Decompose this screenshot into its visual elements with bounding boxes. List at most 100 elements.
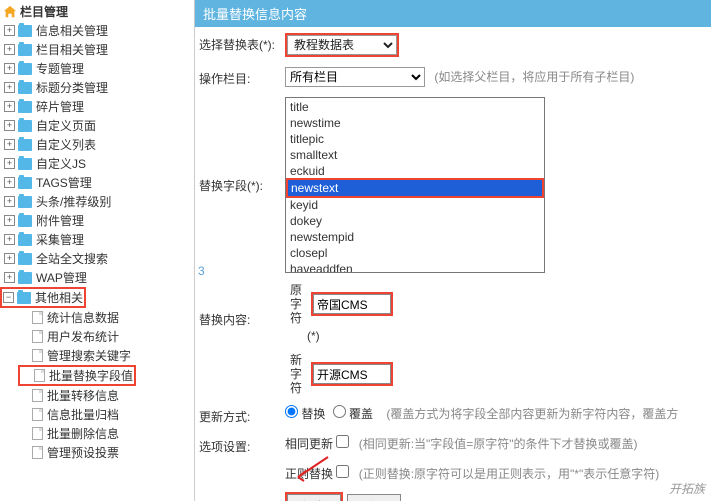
minus-icon[interactable]: −	[3, 292, 14, 303]
sidebar-item[interactable]: − 其他相关	[0, 287, 86, 308]
field-listbox[interactable]: titlenewstimetitlepicsmalltexteckuidnews…	[285, 97, 545, 273]
field-option[interactable]: eckuid	[287, 163, 543, 179]
sidebar-item[interactable]: + 碎片管理	[0, 97, 194, 116]
sidebar-subitem-label: 管理搜索关键字	[47, 347, 131, 364]
field-option[interactable]: closepl	[287, 245, 543, 261]
sidebar-item[interactable]: +自定义JS	[0, 154, 194, 173]
sidebar-subitem[interactable]: 信息批量归档	[18, 405, 194, 424]
sidebar-item[interactable]: + 采集管理	[0, 230, 194, 249]
file-icon	[32, 446, 43, 459]
marker-3: 3	[198, 264, 205, 278]
plus-icon[interactable]: +	[4, 139, 15, 150]
folder-icon	[18, 215, 32, 227]
plus-icon[interactable]: +	[4, 25, 15, 36]
plus-icon[interactable]: +	[4, 63, 15, 74]
radio-replace[interactable]: 替换	[285, 407, 325, 421]
sidebar-item-label: 自定义列表	[36, 136, 96, 153]
column-hint: (如选择父栏目，将应用于所有子栏目)	[434, 70, 634, 84]
tree-root-label: 栏目管理	[20, 3, 68, 20]
sidebar-subitem-label: 批量转移信息	[47, 387, 119, 404]
plus-icon[interactable]: +	[4, 44, 15, 55]
plus-icon[interactable]: +	[4, 234, 15, 245]
home-icon	[3, 5, 17, 19]
tree-root[interactable]: 栏目管理	[0, 2, 194, 21]
sidebar-item-label: TAGS管理	[36, 174, 92, 191]
field-option[interactable]: keyid	[287, 197, 543, 213]
field-option[interactable]: newstext	[286, 178, 544, 198]
sidebar-item-label: 采集管理	[36, 231, 84, 248]
sidebar-item[interactable]: +头条/推荐级别	[0, 192, 194, 211]
plus-icon[interactable]: +	[4, 253, 15, 264]
file-icon	[32, 408, 43, 421]
sidebar-item[interactable]: +全站全文搜索	[0, 249, 194, 268]
plus-icon[interactable]: +	[4, 177, 15, 188]
sidebar-subitem[interactable]: 统计信息数据	[18, 308, 194, 327]
sidebar-item-label: 碎片管理	[36, 98, 84, 115]
folder-icon	[18, 82, 32, 94]
sidebar-item[interactable]: + 自定义列表	[0, 135, 194, 154]
folder-icon	[18, 25, 32, 37]
replace-label: 替换内容:	[199, 283, 285, 328]
file-icon	[32, 330, 43, 343]
field-option[interactable]: titlepic	[287, 131, 543, 147]
field-option[interactable]: haveaddfen	[287, 261, 543, 273]
plus-icon[interactable]: +	[4, 158, 15, 169]
field-option[interactable]: title	[287, 99, 543, 115]
sidebar-item[interactable]: + TAGS管理	[0, 173, 194, 192]
plus-icon[interactable]: +	[4, 196, 15, 207]
sidebar-item[interactable]: +自定义页面	[0, 116, 194, 135]
folder-icon	[18, 63, 32, 75]
sidebar-item-label: WAP管理	[36, 269, 87, 286]
regex-hint: (正则替换:原字符可以是用正则表示，用"*"表示任意字符)	[359, 467, 660, 481]
folder-icon	[18, 177, 32, 189]
sidebar-item-label: 附件管理	[36, 212, 84, 229]
sidebar-subitem[interactable]: 批量删除信息	[18, 424, 194, 443]
field-option[interactable]: newstempid	[287, 229, 543, 245]
file-icon	[32, 389, 43, 402]
sidebar-item-label: 专题管理	[36, 60, 84, 77]
reset-button[interactable]: 重置	[347, 494, 401, 501]
sidebar-item[interactable]: + 附件管理	[0, 211, 194, 230]
file-icon	[34, 369, 45, 382]
folder-icon	[18, 120, 32, 132]
orig-input[interactable]	[313, 294, 391, 314]
plus-icon[interactable]: +	[4, 101, 15, 112]
same-update-checkbox[interactable]	[336, 435, 349, 448]
sidebar-subitem-label: 管理预设投票	[47, 444, 119, 461]
sidebar-subitem[interactable]: 管理预设投票	[18, 443, 194, 462]
sidebar-item[interactable]: +栏目相关管理	[0, 40, 194, 59]
select-table[interactable]: 教程数据表	[287, 35, 397, 55]
column-select[interactable]: 所有栏目	[285, 67, 425, 87]
sidebar-item[interactable]: +标题分类管理	[0, 78, 194, 97]
radio-overwrite[interactable]: 覆盖	[333, 407, 373, 421]
plus-icon[interactable]: +	[4, 215, 15, 226]
sidebar-subitem[interactable]: 批量转移信息	[18, 386, 194, 405]
plus-icon[interactable]: +	[4, 120, 15, 131]
sidebar-item-label: 信息相关管理	[36, 22, 108, 39]
regex-text: 正则替换	[285, 467, 333, 481]
field-option[interactable]: newstime	[287, 115, 543, 131]
option-label: 选项设置:	[199, 435, 285, 455]
sidebar-subitem[interactable]: 用户发布统计	[18, 327, 194, 346]
same-update-text: 相同更新	[285, 437, 333, 451]
folder-icon	[18, 234, 32, 246]
watermark: 开拓族	[669, 480, 705, 497]
file-icon	[32, 311, 43, 324]
sidebar-item[interactable]: + 信息相关管理	[0, 21, 194, 40]
submit-button[interactable]: 提交	[287, 494, 341, 501]
folder-icon	[18, 158, 32, 170]
sidebar-subitem[interactable]: 批量替换字段值	[18, 365, 136, 386]
plus-icon[interactable]: +	[4, 272, 15, 283]
orig-char-label: 原字符	[289, 283, 303, 325]
sidebar-item[interactable]: + WAP管理	[0, 268, 194, 287]
field-option[interactable]: smalltext	[287, 147, 543, 163]
sidebar-item[interactable]: + 专题管理	[0, 59, 194, 78]
sidebar-subitem[interactable]: 管理搜索关键字	[18, 346, 194, 365]
sidebar-subitem-label: 批量替换字段值	[49, 367, 133, 384]
main-panel: 批量替换信息内容 选择替换表(*): 教程数据表 操作栏目: 所有栏目	[195, 0, 711, 501]
regex-checkbox[interactable]	[336, 465, 349, 478]
plus-icon[interactable]: +	[4, 82, 15, 93]
sidebar-item-label: 其他相关	[35, 289, 83, 306]
new-input[interactable]	[313, 364, 391, 384]
field-option[interactable]: dokey	[287, 213, 543, 229]
